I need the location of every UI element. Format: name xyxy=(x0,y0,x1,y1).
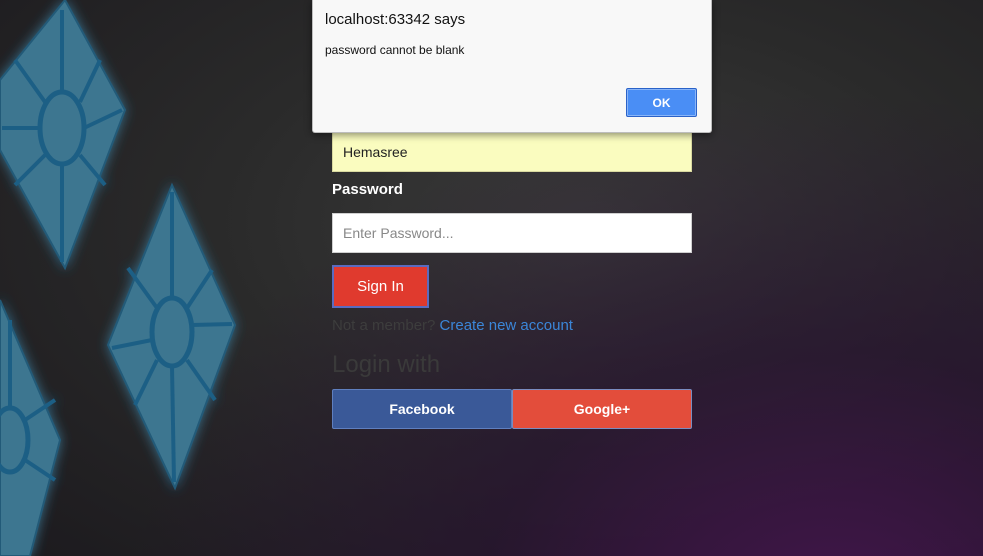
password-label: Password xyxy=(332,181,403,198)
dialog-title: localhost:63342 says xyxy=(325,11,466,28)
diamond-gem-icon xyxy=(106,182,237,491)
not-member-text: Not a member? xyxy=(332,317,436,334)
member-prompt: Not a member? Create new account xyxy=(332,317,573,334)
sign-in-button[interactable]: Sign In xyxy=(332,265,429,308)
username-input[interactable] xyxy=(332,132,692,172)
diamond-gem-icon xyxy=(0,299,62,556)
password-input[interactable] xyxy=(332,213,692,253)
alert-dialog: localhost:63342 says password cannot be … xyxy=(312,0,712,133)
google-login-button[interactable]: Google+ xyxy=(512,389,692,429)
dialog-message: password cannot be blank xyxy=(325,43,465,57)
dialog-ok-button[interactable]: OK xyxy=(626,88,697,117)
facebook-login-button[interactable]: Facebook xyxy=(332,389,512,429)
diamond-gem-icon xyxy=(0,0,127,271)
create-account-link[interactable]: Create new account xyxy=(440,317,573,334)
login-with-heading: Login with xyxy=(332,351,441,378)
